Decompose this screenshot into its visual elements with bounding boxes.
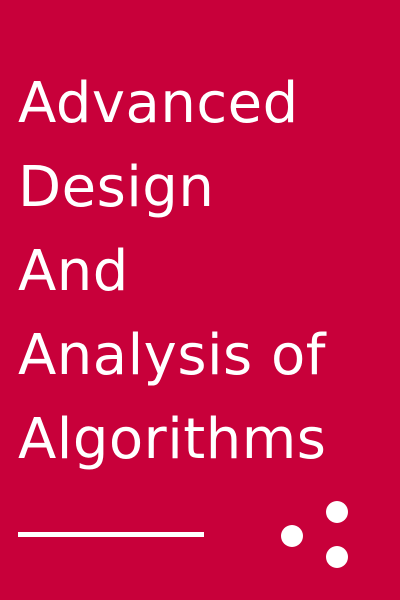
- title-line-3: And: [18, 239, 129, 304]
- title-line-2: Design: [18, 155, 215, 220]
- title-line-1: Advanced: [18, 71, 299, 136]
- title-line-5: Algorithms: [18, 407, 327, 472]
- title-line-4: Analysis of: [18, 323, 327, 388]
- logo-dot-top: [326, 501, 348, 523]
- book-title: Advanced Design And Analysis of Algorith…: [18, 62, 326, 482]
- book-cover: Advanced Design And Analysis of Algorith…: [0, 0, 400, 600]
- divider-line: [18, 532, 204, 537]
- logo-dot-bottom: [326, 546, 348, 568]
- logo-dot-left: [281, 525, 303, 547]
